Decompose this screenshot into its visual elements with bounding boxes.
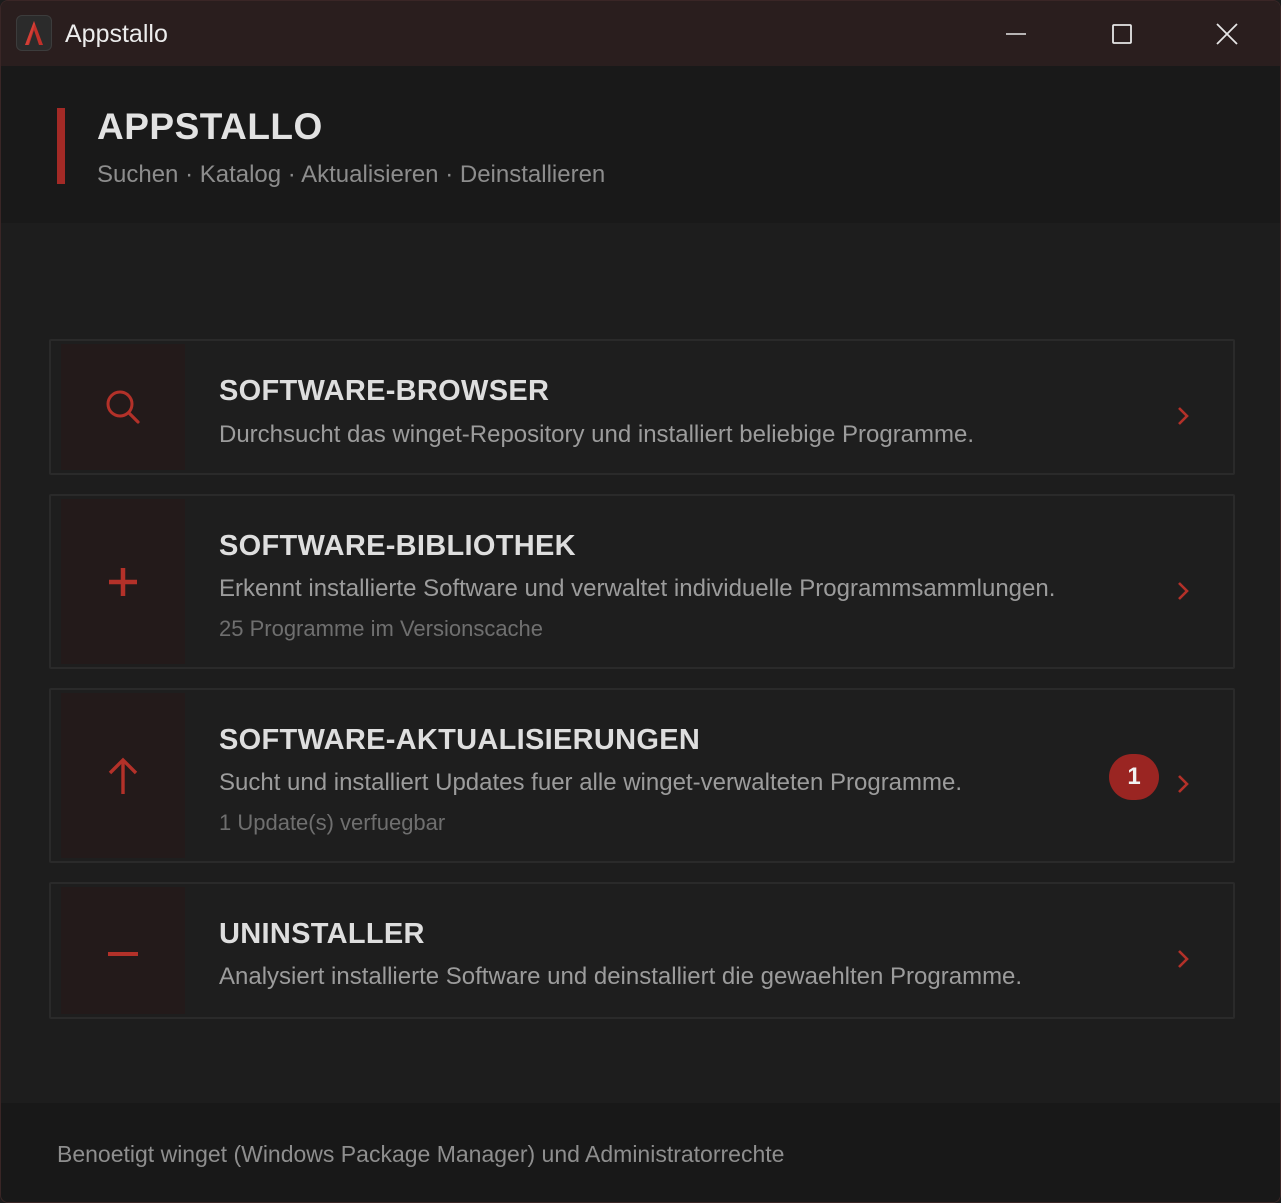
minimize-icon bbox=[1005, 32, 1026, 35]
maximize-button[interactable] bbox=[1069, 1, 1174, 66]
card-description: Durchsucht das winget-Repository und ins… bbox=[219, 421, 975, 448]
app-logo-icon bbox=[16, 15, 52, 51]
footer-text: Benoetigt winget (Windows Package Manage… bbox=[57, 1141, 785, 1167]
app-window: Appstallo APPSTALLO Suchen · Katalog · A… bbox=[0, 0, 1281, 1203]
page-subtitle: Suchen · Katalog · Aktualisieren · Deins… bbox=[97, 161, 606, 188]
card-icon-container bbox=[61, 344, 185, 470]
card-icon-container bbox=[61, 499, 185, 664]
card-description: Erkennt installierte Software und verwal… bbox=[219, 575, 1056, 602]
card-title: SOFTWARE-BIBLIOTHEK bbox=[219, 530, 576, 562]
title-bar[interactable]: Appstallo bbox=[1, 1, 1280, 66]
card-uninstaller[interactable]: UNINSTALLER Analysiert installierte Soft… bbox=[49, 882, 1235, 1019]
card-meta-text: 1 Update(s) verfuegbar bbox=[219, 810, 446, 835]
chevron-right-icon bbox=[1173, 944, 1193, 974]
minimize-button[interactable] bbox=[963, 1, 1068, 66]
close-button[interactable] bbox=[1174, 1, 1279, 66]
card-meta-text: 25 Programme im Versionscache bbox=[219, 616, 544, 641]
close-icon bbox=[1215, 22, 1238, 45]
card-title: UNINSTALLER bbox=[219, 918, 425, 950]
page-title: APPSTALLO bbox=[97, 106, 323, 147]
chevron-right-icon bbox=[1173, 769, 1193, 799]
card-title: SOFTWARE-AKTUALISIERUNGEN bbox=[219, 724, 701, 756]
minus-icon bbox=[108, 951, 138, 956]
page-header: APPSTALLO Suchen · Katalog · Aktualisier… bbox=[1, 66, 1280, 223]
card-description: Analysiert installierte Software und dei… bbox=[219, 963, 1023, 990]
update-count-badge: 1 bbox=[1109, 754, 1159, 800]
card-software-updates[interactable]: SOFTWARE-AKTUALISIERUNGEN Sucht und inst… bbox=[49, 688, 1235, 863]
chevron-right-icon bbox=[1173, 576, 1193, 606]
search-icon bbox=[106, 390, 140, 424]
arrow-up-icon bbox=[108, 757, 138, 794]
card-icon-container bbox=[61, 693, 185, 858]
card-software-browser[interactable]: SOFTWARE-BROWSER Durchsucht das winget-R… bbox=[49, 339, 1235, 475]
window-title: Appstallo bbox=[65, 20, 168, 48]
card-title: SOFTWARE-BROWSER bbox=[219, 375, 550, 407]
header-accent-bar bbox=[57, 108, 65, 184]
card-software-library[interactable]: SOFTWARE-BIBLIOTHEK Erkennt installierte… bbox=[49, 494, 1235, 669]
chevron-right-icon bbox=[1173, 401, 1193, 431]
footer: Benoetigt winget (Windows Package Manage… bbox=[1, 1103, 1280, 1202]
card-icon-container bbox=[61, 887, 185, 1014]
maximize-icon bbox=[1111, 23, 1132, 44]
card-description: Sucht und installiert Updates fuer alle … bbox=[219, 769, 963, 796]
plus-icon bbox=[109, 567, 137, 596]
